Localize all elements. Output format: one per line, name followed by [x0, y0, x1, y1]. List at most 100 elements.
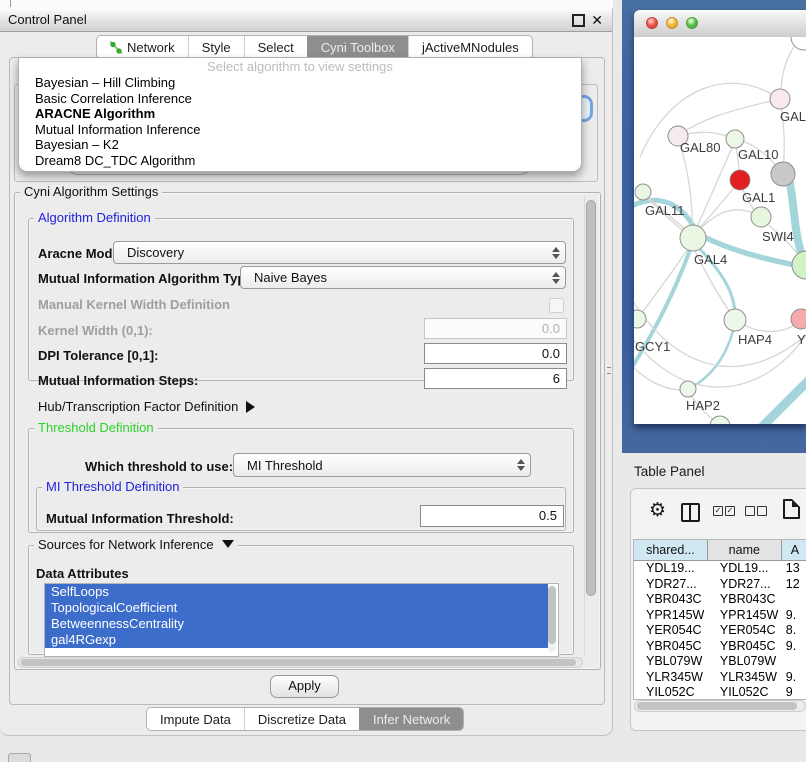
network-node-y[interactable]: [791, 309, 806, 329]
network-titlebar[interactable]: [634, 10, 806, 38]
table-cell: YPR145W: [634, 608, 708, 624]
table-cell: YER054C: [708, 623, 782, 639]
table-cell: YBR043C: [708, 592, 782, 608]
tab-impute-data[interactable]: Impute Data: [147, 708, 244, 730]
deselect-all-checkboxes-icon[interactable]: [745, 506, 755, 516]
table-cell: YBR043C: [634, 592, 708, 608]
mi-threshold-field[interactable]: 0.5: [420, 505, 564, 527]
algorithm-option[interactable]: Dream8 DC_TDC Algorithm: [19, 153, 581, 169]
deselect-all-checkboxes-icon[interactable]: [757, 506, 767, 516]
aracne-mode-combo[interactable]: Discovery: [113, 241, 566, 264]
network-node-gal11[interactable]: [635, 184, 651, 200]
network-node[interactable]: [710, 416, 730, 424]
network-node[interactable]: [792, 251, 806, 279]
network-node-gal[interactable]: [770, 89, 790, 109]
data-attribute-item[interactable]: SelfLoops: [45, 584, 548, 600]
panel-resize-handle[interactable]: [607, 367, 611, 374]
node-label: GAL10: [738, 147, 778, 162]
table-hscroll-thumb[interactable]: [637, 702, 797, 710]
algorithm-option[interactable]: Basic Correlation Inference: [19, 91, 581, 107]
algorithm-option[interactable]: Bayesian – K2: [19, 137, 581, 153]
table-cell: YDL19...: [708, 561, 782, 577]
table-cell: 9.: [782, 639, 806, 655]
table-cell: 13: [782, 561, 806, 577]
tab-infer-network[interactable]: Infer Network: [359, 708, 463, 730]
column-header[interactable]: shared...: [634, 540, 708, 561]
mi-steps-field[interactable]: 6: [424, 368, 567, 389]
mi-type-combo[interactable]: Naive Bayes: [240, 266, 566, 289]
table-row[interactable]: YDR27...YDR27...12: [634, 577, 806, 593]
apply-button[interactable]: Apply: [270, 675, 339, 698]
select-all-checkboxes-icon[interactable]: ✓: [725, 506, 735, 516]
table-row[interactable]: YPR145WYPR145W9.: [634, 608, 806, 624]
zoom-traffic-light-icon[interactable]: [686, 17, 698, 29]
column-header[interactable]: name: [708, 540, 782, 561]
table-row[interactable]: YER054CYER054C8.: [634, 623, 806, 639]
settings-hscroll-thumb[interactable]: [21, 659, 576, 666]
network-node-hap4[interactable]: [724, 309, 746, 331]
manual-kernel-checkbox[interactable]: [549, 298, 564, 313]
tab-select[interactable]: Select: [244, 36, 307, 58]
data-attribute-item[interactable]: gal4RGexp: [45, 632, 548, 648]
kernel-width-label: Kernel Width (0,1):: [38, 323, 153, 338]
data-attributes-list[interactable]: SelfLoopsTopologicalCoefficientBetweenne…: [44, 583, 559, 657]
aracne-mode-value: Discovery: [114, 245, 547, 260]
close-traffic-light-icon[interactable]: [646, 17, 658, 29]
tab-label: Style: [202, 40, 231, 55]
node-label: GAL80: [680, 140, 720, 155]
minimize-traffic-light-icon[interactable]: [666, 17, 678, 29]
gear-icon[interactable]: ⚙: [649, 501, 666, 521]
which-threshold-combo[interactable]: MI Threshold: [233, 453, 531, 477]
node-label: HAP4: [738, 332, 772, 347]
column-header[interactable]: A: [782, 540, 806, 561]
float-window-icon[interactable]: [572, 14, 585, 27]
spinner-icon: [547, 247, 565, 259]
tab-discretize-data[interactable]: Discretize Data: [244, 708, 359, 730]
network-node-swi4[interactable]: [751, 207, 771, 227]
data-attribute-item[interactable]: TopologicalCoefficient: [45, 600, 548, 616]
node-label: GAL11: [645, 203, 685, 218]
network-canvas[interactable]: GALGAL80GAL10GAL1SWI4GAL11GAL4GCY1HAP4YH…: [634, 37, 806, 424]
mi-type-label: Mutual Information Algorithm Type:: [38, 271, 257, 286]
algorithm-option[interactable]: Bayesian – Hill Climbing: [19, 75, 581, 91]
tab-cyni-toolbox[interactable]: Cyni Toolbox: [307, 36, 408, 58]
table-cell: YDL19...: [634, 561, 708, 577]
settings-horizontal-scrollbar[interactable]: [18, 657, 583, 668]
network-node[interactable]: [771, 162, 795, 186]
network-node-gal10[interactable]: [726, 130, 744, 148]
table-row[interactable]: YDL19...YDL19...13: [634, 561, 806, 577]
tab-style[interactable]: Style: [188, 36, 244, 58]
settings-vscroll-thumb[interactable]: [586, 200, 596, 596]
algorithm-option[interactable]: Mutual Information Inference: [19, 122, 581, 138]
network-window[interactable]: GALGAL80GAL10GAL1SWI4GAL11GAL4GCY1HAP4YH…: [634, 10, 806, 424]
table-cell: YLR345W: [634, 670, 708, 686]
page-icon[interactable]: [783, 499, 800, 519]
table-row[interactable]: YBR043CYBR043C: [634, 592, 806, 608]
table-cell: YDR27...: [634, 577, 708, 593]
table-row[interactable]: YBL079WYBL079W: [634, 654, 806, 670]
tab-jactivemnodules[interactable]: jActiveMNodules: [408, 36, 532, 58]
settings-vertical-scrollbar[interactable]: [584, 196, 598, 656]
network-node-gcy1[interactable]: [634, 310, 646, 328]
data-attribute-item[interactable]: BetweennessCentrality: [45, 616, 548, 632]
table-row[interactable]: YBR045CYBR045C9.: [634, 639, 806, 655]
network-node-gal1[interactable]: [730, 170, 750, 190]
tab-label: Infer Network: [373, 712, 450, 727]
table-horizontal-scrollbar[interactable]: [634, 700, 806, 712]
sources-title[interactable]: Sources for Network Inference: [34, 538, 238, 552]
dpi-tolerance-field[interactable]: 0.0: [424, 343, 567, 364]
split-pane-icon[interactable]: [681, 503, 700, 522]
table-row[interactable]: YIL052CYIL052C9: [634, 685, 806, 699]
close-icon[interactable]: ✕: [591, 9, 603, 31]
list-scrollbar[interactable]: [548, 586, 556, 652]
algorithm-option[interactable]: ARACNE Algorithm: [19, 106, 581, 122]
network-edge: [693, 141, 735, 236]
table-row[interactable]: YLR345WYLR345W9.: [634, 670, 806, 686]
select-all-checkboxes-icon[interactable]: ✓: [713, 506, 723, 516]
collapsed-panel-chip[interactable]: [8, 753, 31, 762]
list-scroll-thumb[interactable]: [548, 586, 556, 644]
tab-network[interactable]: Network: [97, 36, 188, 58]
network-node-gal4[interactable]: [680, 225, 706, 251]
hub-definition-toggle[interactable]: Hub/Transcription Factor Definition: [38, 399, 255, 414]
network-node-hap2[interactable]: [680, 381, 696, 397]
